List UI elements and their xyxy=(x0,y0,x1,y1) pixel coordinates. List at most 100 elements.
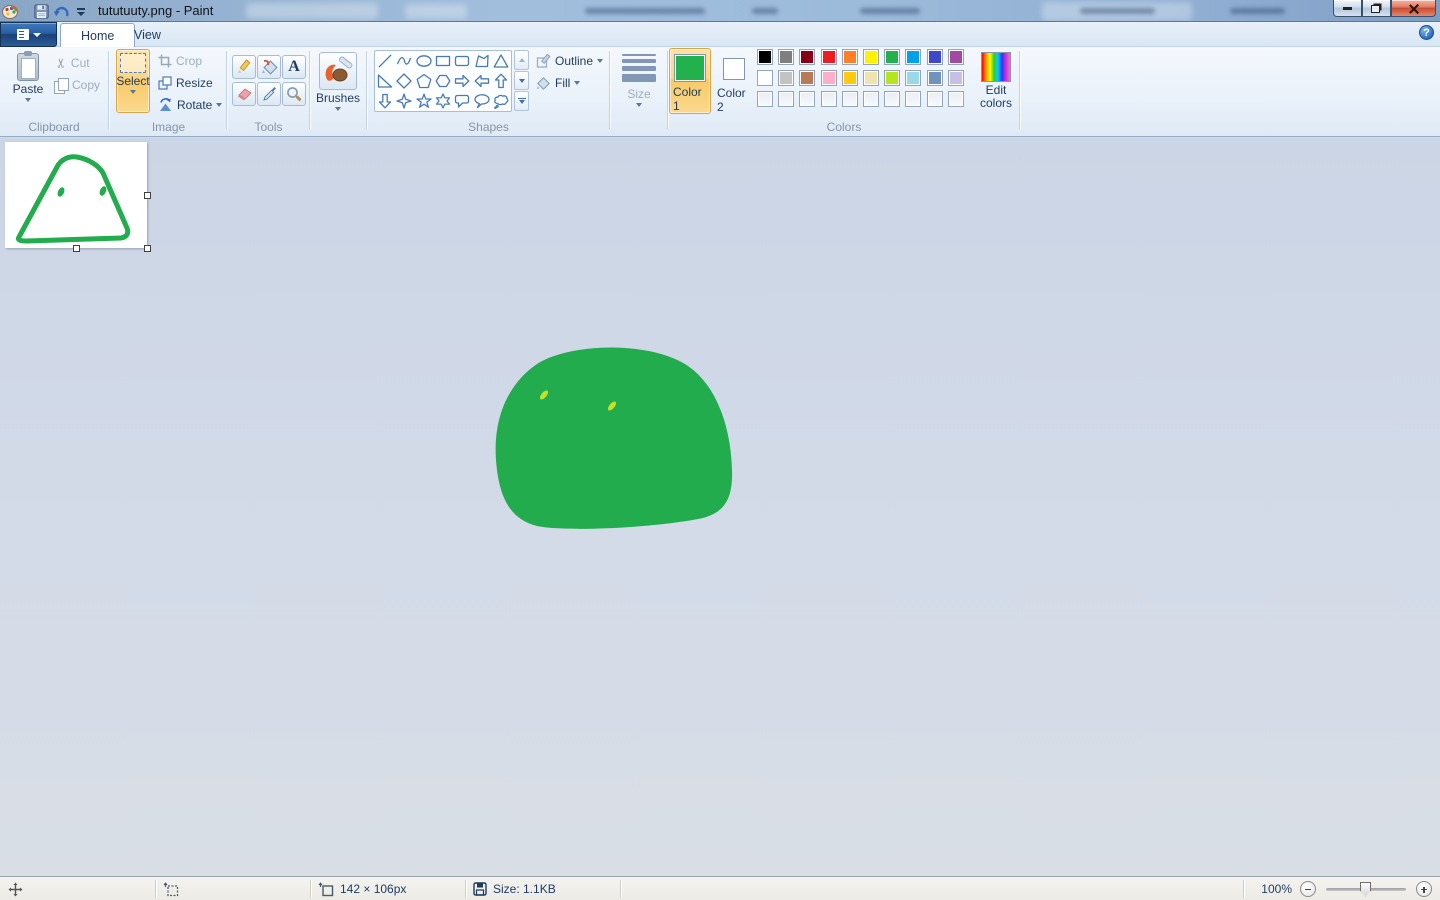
eraser-icon xyxy=(236,87,253,101)
palette-swatch[interactable] xyxy=(863,70,879,86)
shape-star-5-icon[interactable] xyxy=(416,93,432,109)
palette-empty-slot[interactable] xyxy=(757,91,773,107)
palette-swatch[interactable] xyxy=(799,70,815,86)
rotate-button[interactable]: Rotate xyxy=(158,95,222,115)
shape-polygon-icon[interactable] xyxy=(474,53,490,69)
magnifier-tool-button[interactable] xyxy=(282,82,306,106)
palette-empty-slot[interactable] xyxy=(799,91,815,107)
shape-triangle-icon[interactable] xyxy=(493,53,509,69)
palette-swatch[interactable] xyxy=(884,49,900,65)
zoom-slider-thumb[interactable] xyxy=(1360,882,1371,897)
shape-ellipse-icon[interactable] xyxy=(416,53,432,69)
palette-swatch[interactable] xyxy=(927,49,943,65)
shape-star-6-icon[interactable] xyxy=(435,93,451,109)
palette-swatch[interactable] xyxy=(884,70,900,86)
color-picker-tool-button[interactable] xyxy=(257,82,281,106)
text-tool-button[interactable]: A xyxy=(282,55,306,79)
palette-empty-slot[interactable] xyxy=(778,91,794,107)
zoom-in-button[interactable] xyxy=(1416,881,1432,897)
titlebar-ghost-reflection xyxy=(246,3,378,19)
palette-empty-slot[interactable] xyxy=(842,91,858,107)
palette-swatch[interactable] xyxy=(842,70,858,86)
palette-swatch[interactable] xyxy=(778,49,794,65)
crop-button[interactable]: Crop xyxy=(158,51,202,71)
palette-empty-slot[interactable] xyxy=(905,91,921,107)
palette-empty-slot[interactable] xyxy=(948,91,964,107)
customize-qat-dropdown[interactable] xyxy=(71,2,91,20)
paint-menu-button[interactable] xyxy=(0,22,57,47)
shapes-scroll-up-button[interactable] xyxy=(514,50,529,70)
palette-swatch[interactable] xyxy=(927,70,943,86)
paste-button[interactable]: Paste xyxy=(8,50,48,114)
shape-hexagon-icon[interactable] xyxy=(435,73,451,89)
shape-pentagon-icon[interactable] xyxy=(416,73,432,89)
shape-speech-cloud-icon[interactable] xyxy=(493,93,509,109)
restore-button[interactable] xyxy=(1362,0,1391,17)
size-button[interactable]: Size xyxy=(616,51,662,117)
shape-star-4-icon[interactable] xyxy=(396,93,412,109)
save-button[interactable] xyxy=(31,2,51,20)
palette-swatch[interactable] xyxy=(948,49,964,65)
resize-button[interactable]: Resize xyxy=(158,73,213,93)
palette-swatch[interactable] xyxy=(863,49,879,65)
shape-curve-icon[interactable] xyxy=(396,53,412,69)
palette-swatch[interactable] xyxy=(821,70,837,86)
shape-diamond-icon[interactable] xyxy=(396,73,412,89)
palette-swatch[interactable] xyxy=(757,70,773,86)
pencil-tool-button[interactable] xyxy=(232,55,256,79)
shape-line-icon[interactable] xyxy=(377,53,393,69)
canvas-resize-handle-right[interactable] xyxy=(144,192,151,199)
quick-access-toolbar xyxy=(0,0,102,22)
palette-empty-slot[interactable] xyxy=(884,91,900,107)
palette-swatch[interactable] xyxy=(821,49,837,65)
palette-swatch[interactable] xyxy=(905,70,921,86)
drawing-canvas[interactable] xyxy=(5,142,147,248)
shapes-more-button[interactable] xyxy=(514,91,529,111)
shape-right-triangle-icon[interactable] xyxy=(377,73,393,89)
shape-arrow-down-icon[interactable] xyxy=(377,93,393,109)
rotate-label: Rotate xyxy=(177,98,212,112)
fill-tool-button[interactable] xyxy=(257,55,281,79)
shape-arrow-up-icon[interactable] xyxy=(493,73,509,89)
outline-button[interactable]: Outline xyxy=(536,51,603,71)
shape-arrow-left-icon[interactable] xyxy=(474,73,490,89)
shape-speech-rounded-icon[interactable] xyxy=(454,93,470,109)
shape-rectangle-icon[interactable] xyxy=(435,53,451,69)
shape-arrow-right-icon[interactable] xyxy=(454,73,470,89)
color1-button[interactable]: Color 1 xyxy=(669,48,711,114)
palette-swatch[interactable] xyxy=(905,49,921,65)
canvas-resize-handle-corner[interactable] xyxy=(144,245,151,252)
shape-speech-oval-icon[interactable] xyxy=(474,93,490,109)
palette-swatch[interactable] xyxy=(799,49,815,65)
eraser-tool-button[interactable] xyxy=(232,82,256,106)
shape-rounded-rectangle-icon[interactable] xyxy=(454,53,470,69)
fill-button[interactable]: Fill xyxy=(536,73,580,93)
palette-empty-slot[interactable] xyxy=(821,91,837,107)
palette-swatch[interactable] xyxy=(842,49,858,65)
palette-swatch[interactable] xyxy=(948,70,964,86)
shapes-scroll-down-button[interactable] xyxy=(514,71,529,91)
copy-button[interactable]: Copy xyxy=(54,75,100,95)
palette-swatch[interactable] xyxy=(778,70,794,86)
minimize-button[interactable] xyxy=(1333,0,1362,17)
work-area[interactable] xyxy=(0,138,1440,876)
help-icon[interactable]: ? xyxy=(1419,25,1434,40)
tab-view[interactable]: View xyxy=(114,23,181,47)
zoom-slider-track[interactable] xyxy=(1326,888,1406,891)
palette-empty-slot[interactable] xyxy=(927,91,943,107)
zoom-out-button[interactable] xyxy=(1300,881,1316,897)
ribbon-tab-row: Home View ? xyxy=(0,22,1440,47)
outline-label: Outline xyxy=(555,54,593,68)
edit-colors-button[interactable]: Edit colors xyxy=(973,49,1019,115)
brushes-button[interactable]: Brushes xyxy=(314,49,362,119)
undo-button[interactable] xyxy=(51,2,71,20)
cut-button[interactable]: ✂ Cut xyxy=(56,53,90,73)
group-size: Size xyxy=(611,47,667,136)
select-button[interactable]: Select xyxy=(116,49,150,113)
palette-swatch[interactable] xyxy=(757,49,773,65)
palette-empty-slot[interactable] xyxy=(863,91,879,107)
chevron-down-icon xyxy=(130,90,136,94)
close-button[interactable] xyxy=(1391,0,1436,17)
color2-button[interactable]: Color 2 xyxy=(713,48,755,114)
canvas-resize-handle-bottom[interactable] xyxy=(73,245,80,252)
